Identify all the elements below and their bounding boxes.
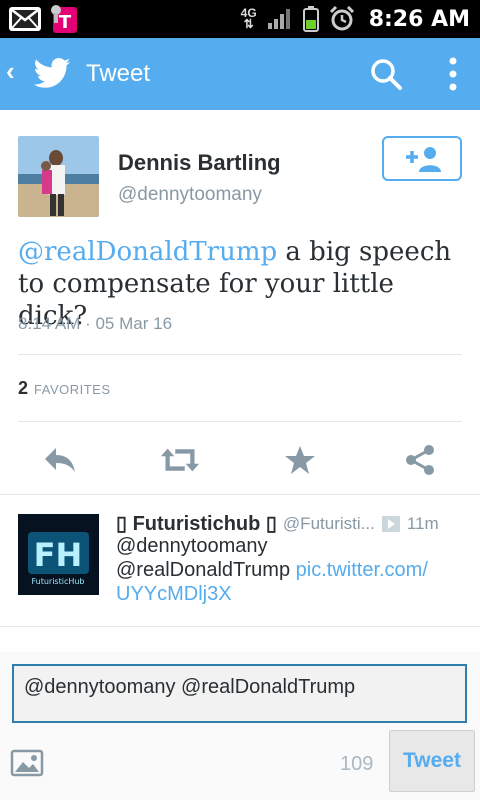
reply-author-name[interactable]: ▯ Futuristichub ▯ (116, 511, 277, 536)
svg-text:T: T (59, 12, 72, 33)
favorites-label: FAVORITES (34, 382, 111, 397)
app-bar: ‹ Tweet (0, 38, 480, 110)
divider (0, 626, 480, 627)
search-icon[interactable] (368, 56, 404, 92)
divider (18, 421, 462, 422)
status-bar: T 4G ⇅ 8:26 AM (0, 0, 480, 38)
author-name[interactable]: Dennis Bartling (118, 150, 281, 176)
retweet-icon (160, 448, 200, 472)
reply-author-handle[interactable]: @Futuristi... (283, 514, 375, 534)
media-play-icon (381, 515, 400, 532)
overflow-menu-icon[interactable] (438, 54, 468, 94)
reply-body: @dennytoomany @realDonaldTrump pic.twitt… (116, 534, 466, 606)
retweet-button[interactable] (160, 440, 200, 480)
favorites-stat[interactable]: 2 FAVORITES (18, 378, 111, 399)
mention-link[interactable]: @realDonaldTrump (18, 237, 277, 267)
svg-text:FH: FH (34, 536, 83, 574)
signal-icon (267, 9, 290, 29)
page-title: Tweet (86, 60, 151, 87)
tmobile-app-icon: T (51, 5, 77, 33)
media-link[interactable]: pic.twitter.com/ (296, 559, 428, 581)
tweet-detail-screen: T 4G ⇅ 8:26 AM ‹ Tweet Dennis Bartling @… (0, 0, 480, 800)
svg-text:FuturisticHub: FuturisticHub (31, 577, 84, 586)
divider (18, 354, 462, 355)
reply-line-1[interactable]: @dennytoomany (116, 534, 466, 558)
favorites-count: 2 (18, 378, 29, 398)
divider (0, 494, 480, 495)
mail-icon (9, 7, 41, 31)
reply-icon (45, 448, 75, 472)
follow-button[interactable] (382, 136, 462, 181)
clock: 8:26 AM (368, 6, 470, 32)
character-count: 109 (340, 753, 374, 775)
photo-icon[interactable] (10, 748, 44, 778)
twitter-bird-icon[interactable] (32, 54, 72, 94)
alarm-icon (329, 6, 354, 31)
favorite-button[interactable] (280, 440, 320, 480)
tweet-actions (0, 440, 480, 480)
reply-header: ▯ Futuristichub ▯ @Futuristi... 11m (116, 511, 466, 536)
battery-icon (302, 6, 319, 32)
tweet-timestamp: 8:14 AM · 05 Mar 16 (18, 314, 173, 333)
reply-avatar[interactable]: FH FuturisticHub (18, 514, 99, 595)
network-type: 4G ⇅ (240, 6, 257, 31)
favorite-star-icon (285, 446, 315, 474)
share-icon (406, 445, 434, 475)
reply-button[interactable] (40, 440, 80, 480)
reply-compose-input[interactable]: @dennytoomany @realDonaldTrump (12, 664, 467, 723)
reply-time: 11m (406, 513, 439, 533)
author-avatar[interactable] (18, 136, 99, 217)
reply-line-2: @realDonaldTrump pic.twitter.com/ (116, 559, 428, 581)
share-button[interactable] (400, 440, 440, 480)
media-link-cont[interactable]: UYYcMDlj3X (116, 582, 466, 606)
add-user-icon (406, 146, 441, 172)
tweet-button[interactable]: Tweet (389, 730, 475, 792)
back-icon[interactable]: ‹ (6, 56, 15, 87)
author-handle[interactable]: @dennytoomany (118, 184, 262, 206)
